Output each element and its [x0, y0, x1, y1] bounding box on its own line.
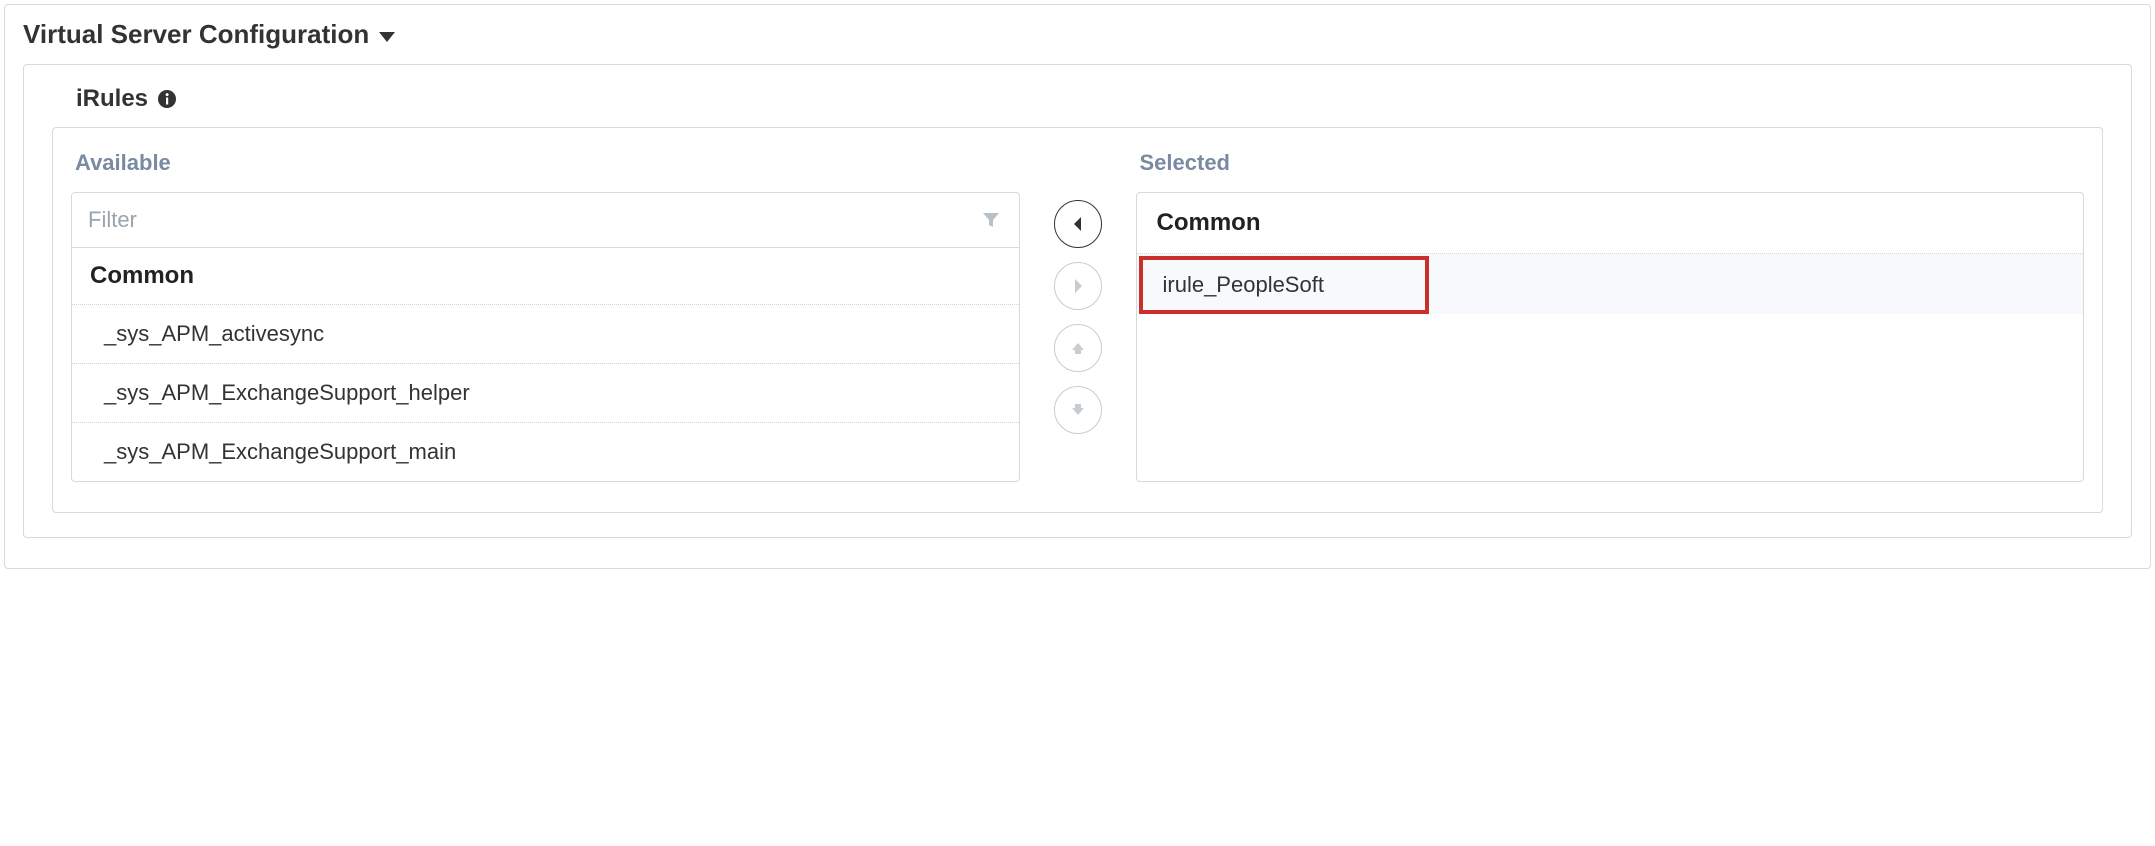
available-column: Available Common _sys_APM_activesync [71, 146, 1020, 482]
caret-down-icon [379, 32, 395, 42]
move-up-button[interactable] [1054, 324, 1102, 372]
available-group-header: Common [72, 248, 1019, 304]
move-down-button[interactable] [1054, 386, 1102, 434]
available-item[interactable]: _sys_APM_ExchangeSupport_helper [72, 364, 1019, 422]
selected-item-row[interactable]: irule_PeopleSoft [1137, 254, 2084, 314]
available-item[interactable]: _sys_APM_activesync [72, 305, 1019, 363]
available-listbox: Common _sys_APM_activesync _sys_APM_Exch… [71, 192, 1020, 482]
transfer-buttons [1050, 200, 1106, 434]
selected-title: Selected [1140, 150, 2085, 176]
filter-row [72, 193, 1019, 248]
selected-column: Selected Common irule_PeopleSoft [1136, 146, 2085, 482]
available-item[interactable]: _sys_APM_ExchangeSupport_main [72, 423, 1019, 481]
filter-funnel-icon[interactable] [971, 200, 1011, 240]
section-label: iRules [76, 85, 148, 113]
panel-title: Virtual Server Configuration [23, 19, 369, 50]
selected-listbox: Common irule_PeopleSoft [1136, 192, 2085, 482]
available-title: Available [75, 150, 1020, 176]
move-right-button[interactable] [1054, 262, 1102, 310]
selected-item-highlight: irule_PeopleSoft [1139, 256, 1429, 314]
selected-group-header: Common [1137, 193, 2084, 253]
config-panel: Virtual Server Configuration iRules Avai… [4, 4, 2151, 569]
panel-header-toggle[interactable]: Virtual Server Configuration [5, 5, 2150, 64]
panel-body: iRules Available [23, 64, 2132, 538]
move-left-button[interactable] [1054, 200, 1102, 248]
dual-list-selector: Available Common _sys_APM_activesync [52, 127, 2103, 513]
info-icon[interactable] [156, 88, 178, 110]
section-label-row: iRules [76, 85, 2103, 113]
available-filter-input[interactable] [72, 193, 971, 247]
